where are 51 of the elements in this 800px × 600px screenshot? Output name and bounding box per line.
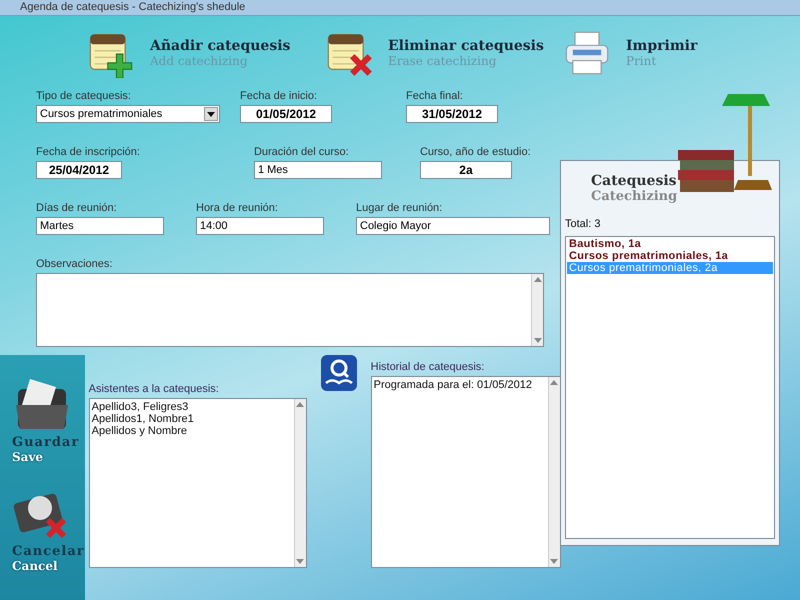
toolbar-button[interactable]: Imprimir Print	[562, 28, 800, 78]
scroll-up-icon[interactable]	[550, 380, 558, 385]
panel-subtitle: Catechizing	[590, 189, 678, 204]
scrollbar[interactable]	[531, 274, 543, 346]
list-item: Programada para el: 01/05/2012	[374, 379, 532, 391]
scroll-up-icon[interactable]	[296, 402, 304, 407]
scrollbar[interactable]	[294, 399, 306, 567]
field-label: Observaciones:	[36, 258, 114, 270]
list-item[interactable]: Bautismo, 1a	[567, 238, 773, 250]
date-field[interactable]: 2a	[420, 161, 512, 179]
type-dropdown[interactable]: Cursos prematrimoniales	[36, 105, 220, 123]
scroll-up-icon[interactable]	[534, 277, 542, 282]
field-label: Asistentes a la catequesis:	[88, 383, 220, 395]
list-item[interactable]: Apellidos1, Nombre1	[92, 413, 194, 425]
field-label: Fecha de inicio:	[240, 90, 318, 102]
field-label: Fecha final:	[406, 90, 464, 102]
list-item[interactable]: Apellido3, Feligres3	[92, 401, 188, 413]
date-field[interactable]: 01/05/2012	[240, 105, 332, 123]
toolbar-button[interactable]: Añadir catequesis Add catechizing	[86, 28, 324, 78]
field-label: Tipo de catequesis:	[36, 90, 132, 102]
field-label: Lugar de reunión:	[356, 202, 444, 214]
field-label: Hora de reunión:	[196, 202, 279, 214]
field-label: Duración del curso:	[254, 146, 350, 158]
list-item[interactable]: Cursos prematrimoniales, 1a	[567, 250, 773, 262]
dropdown-arrow-icon[interactable]	[207, 112, 215, 116]
field-label: Historial de catequesis:	[370, 361, 486, 373]
text-field[interactable]: 1 Mes	[254, 161, 382, 179]
action-button[interactable]: Cancelar Cancel	[12, 484, 85, 573]
date-field[interactable]: 31/05/2012	[406, 105, 498, 123]
observations-field[interactable]	[36, 273, 544, 347]
search-icon[interactable]	[320, 355, 357, 391]
window-title: Agenda de catequesis - Catechizing's shedule	[0, 0, 800, 16]
panel-title: Catequesis	[590, 173, 678, 189]
attendees-list[interactable]: Apellido3, Feligres3 Apellidos1, Nombre1 Apellidos y Nombre	[88, 398, 307, 568]
history-list[interactable]: Programada para el: 01/05/2012	[370, 376, 561, 568]
text-field[interactable]: Colegio Mayor	[356, 217, 550, 235]
action-button[interactable]: Guardar Save	[12, 375, 85, 464]
scrollbar[interactable]	[548, 377, 560, 567]
field-label: Días de reunión:	[36, 202, 118, 214]
scroll-down-icon[interactable]	[296, 559, 304, 564]
list-item[interactable]: Apellidos y Nombre	[92, 425, 187, 437]
catechesis-list[interactable]: Bautismo, 1a Cursos prematrimoniales, 1a Cursos prematrimoniales, 2a	[565, 236, 775, 539]
text-field[interactable]: 14:00	[196, 217, 324, 235]
text-field[interactable]: Martes	[36, 217, 164, 235]
field-label: Fecha de inscripción:	[36, 146, 140, 158]
scroll-down-icon[interactable]	[550, 559, 558, 564]
date-field[interactable]: 25/04/2012	[36, 161, 122, 179]
field-label: Curso, año de estudio:	[420, 146, 531, 158]
total-count: Total: 3	[565, 218, 602, 230]
scroll-down-icon[interactable]	[534, 338, 542, 343]
toolbar-button[interactable]: Eliminar catequesis Erase catechizing	[324, 28, 562, 78]
